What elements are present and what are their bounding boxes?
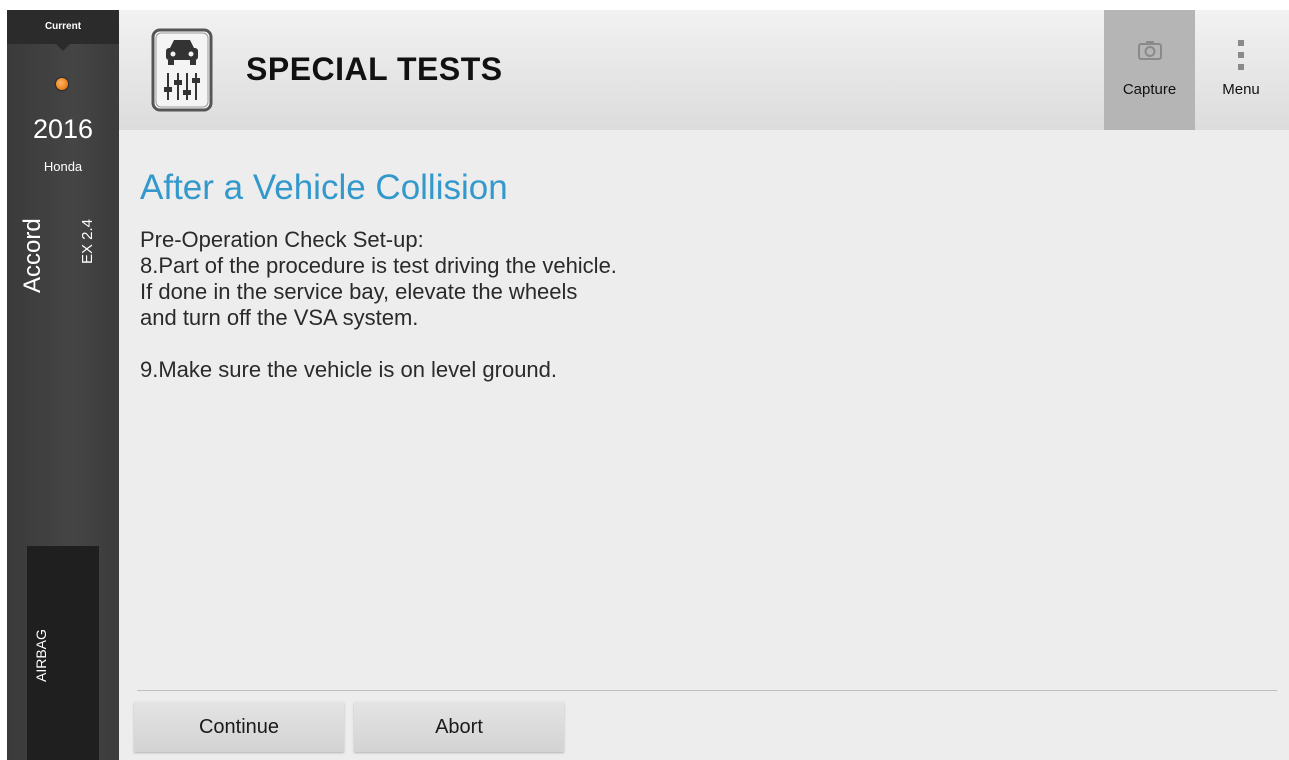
current-label: Current xyxy=(44,21,82,32)
capture-button[interactable]: Capture xyxy=(1104,10,1195,130)
instruction-line: and turn off the VSA system. xyxy=(140,305,419,330)
system-tab-label: AIRBAG xyxy=(33,629,49,682)
capture-label: Capture xyxy=(1122,81,1177,98)
instruction-line xyxy=(140,331,1240,357)
app-window: Current 2016 Honda Accord EX 2.4 AIRBAG xyxy=(7,10,1289,760)
vehicle-model: Accord xyxy=(19,218,46,293)
instruction-line: If done in the service bay, elevate the … xyxy=(140,279,578,304)
instructions-text: Pre-Operation Check Set-up: 8.Part of th… xyxy=(140,227,1240,383)
menu-label: Menu xyxy=(1222,81,1260,98)
abort-button[interactable]: Abort xyxy=(354,702,564,752)
section-title: After a Vehicle Collision xyxy=(140,168,508,207)
camera-icon xyxy=(1138,41,1162,60)
continue-button[interactable]: Continue xyxy=(134,702,344,752)
header-bar: SPECIAL TESTS Capture Menu xyxy=(119,10,1289,130)
vertical-dots-icon xyxy=(1238,40,1244,70)
instruction-line: 8.Part of the procedure is test driving … xyxy=(140,253,617,278)
main-content: After a Vehicle Collision Pre-Operation … xyxy=(119,130,1289,760)
vehicle-sidebar: Current 2016 Honda Accord EX 2.4 AIRBAG xyxy=(7,10,119,760)
car-lift-icon xyxy=(151,28,213,112)
status-dot-icon xyxy=(56,78,68,90)
instruction-line: Pre-Operation Check Set-up: xyxy=(140,227,424,252)
menu-button[interactable]: Menu xyxy=(1201,10,1281,130)
vehicle-year: 2016 xyxy=(32,114,94,144)
instruction-line: 9.Make sure the vehicle is on level grou… xyxy=(140,357,558,382)
vehicle-trim: EX 2.4 xyxy=(79,218,96,264)
vehicle-make: Honda xyxy=(43,159,83,174)
current-vehicle-tab[interactable]: Current xyxy=(7,10,119,44)
current-tab-pointer xyxy=(56,44,70,51)
page-title: SPECIAL TESTS xyxy=(246,51,503,87)
footer-divider xyxy=(137,690,1277,691)
